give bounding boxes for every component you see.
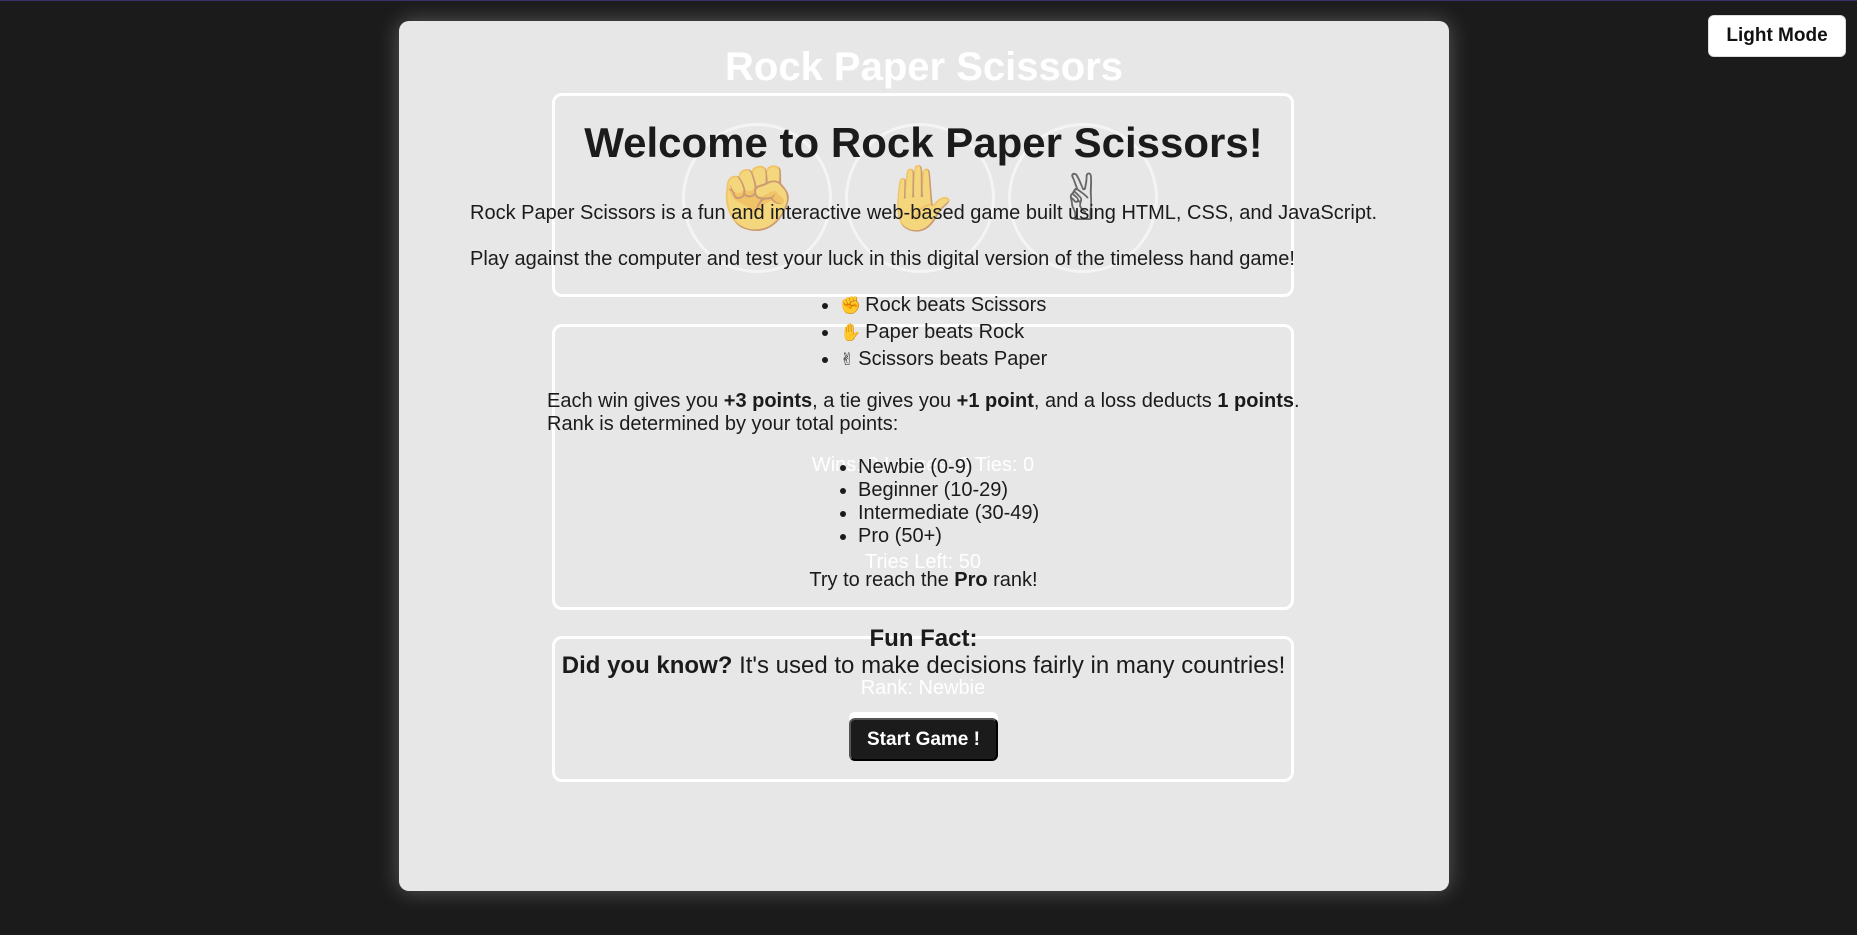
start-game-button[interactable]: Start Game ! xyxy=(849,718,998,761)
fun-fact-body: It's used to make decisions fairly in ma… xyxy=(732,652,1286,679)
scissors-hand-icon: ✌ xyxy=(840,350,855,369)
rank-item: Pro (50+) xyxy=(858,525,1039,548)
scoring-description: Each win gives you +3 points, a tie give… xyxy=(547,390,1300,436)
fun-fact-text: Did you know? It's used to make decision… xyxy=(0,652,1847,680)
intro-paragraph-2: Play against the computer and test your … xyxy=(470,248,1295,270)
tie-points: +1 point xyxy=(956,390,1034,412)
win-points: +3 points xyxy=(723,390,813,412)
welcome-overlay: Welcome to Rock Paper Scissors! Rock Pap… xyxy=(0,1,1857,935)
goal-rank: Pro xyxy=(954,569,988,591)
paper-hand-icon: ✋ xyxy=(840,323,862,342)
rank-item: Newbie (0-9) xyxy=(858,456,1039,479)
rank-list: Newbie (0-9) Beginner (10-29) Intermedia… xyxy=(858,456,1039,548)
scoring-text: . xyxy=(1294,390,1300,412)
welcome-title: Welcome to Rock Paper Scissors! xyxy=(584,119,1263,166)
rules-list: ✊Rock beats Scissors ✋Paper beats Rock ✌… xyxy=(840,292,1047,373)
rule-item: ✋Paper beats Rock xyxy=(840,319,1047,346)
rule-text: Scissors beats Paper xyxy=(858,348,1048,370)
goal-text-pre: Try to reach the xyxy=(809,569,955,591)
fun-fact-lead: Did you know? xyxy=(561,652,733,679)
goal-text: Try to reach the Pro rank! xyxy=(0,569,1847,592)
scoring-text: , and a loss deducts xyxy=(1033,390,1218,412)
rule-text: Paper beats Rock xyxy=(865,321,1025,343)
rank-item: Beginner (10-29) xyxy=(858,479,1039,502)
scoring-text: , a tie gives you xyxy=(812,390,957,412)
rank-explanation: Rank is determined by your total points: xyxy=(547,413,899,435)
rule-item: ✌Scissors beats Paper xyxy=(840,346,1047,373)
scoring-text: Each win gives you xyxy=(547,390,724,412)
goal-text-post: rank! xyxy=(987,569,1038,591)
fun-fact-title: Fun Fact: xyxy=(869,625,978,652)
rule-item: ✊Rock beats Scissors xyxy=(840,292,1047,319)
rank-item: Intermediate (30-49) xyxy=(858,502,1039,525)
loss-points: 1 points xyxy=(1217,390,1295,412)
intro-paragraph-1: Rock Paper Scissors is a fun and interac… xyxy=(470,202,1378,224)
rule-text: Rock beats Scissors xyxy=(865,294,1047,316)
rock-hand-icon: ✊ xyxy=(840,296,862,315)
